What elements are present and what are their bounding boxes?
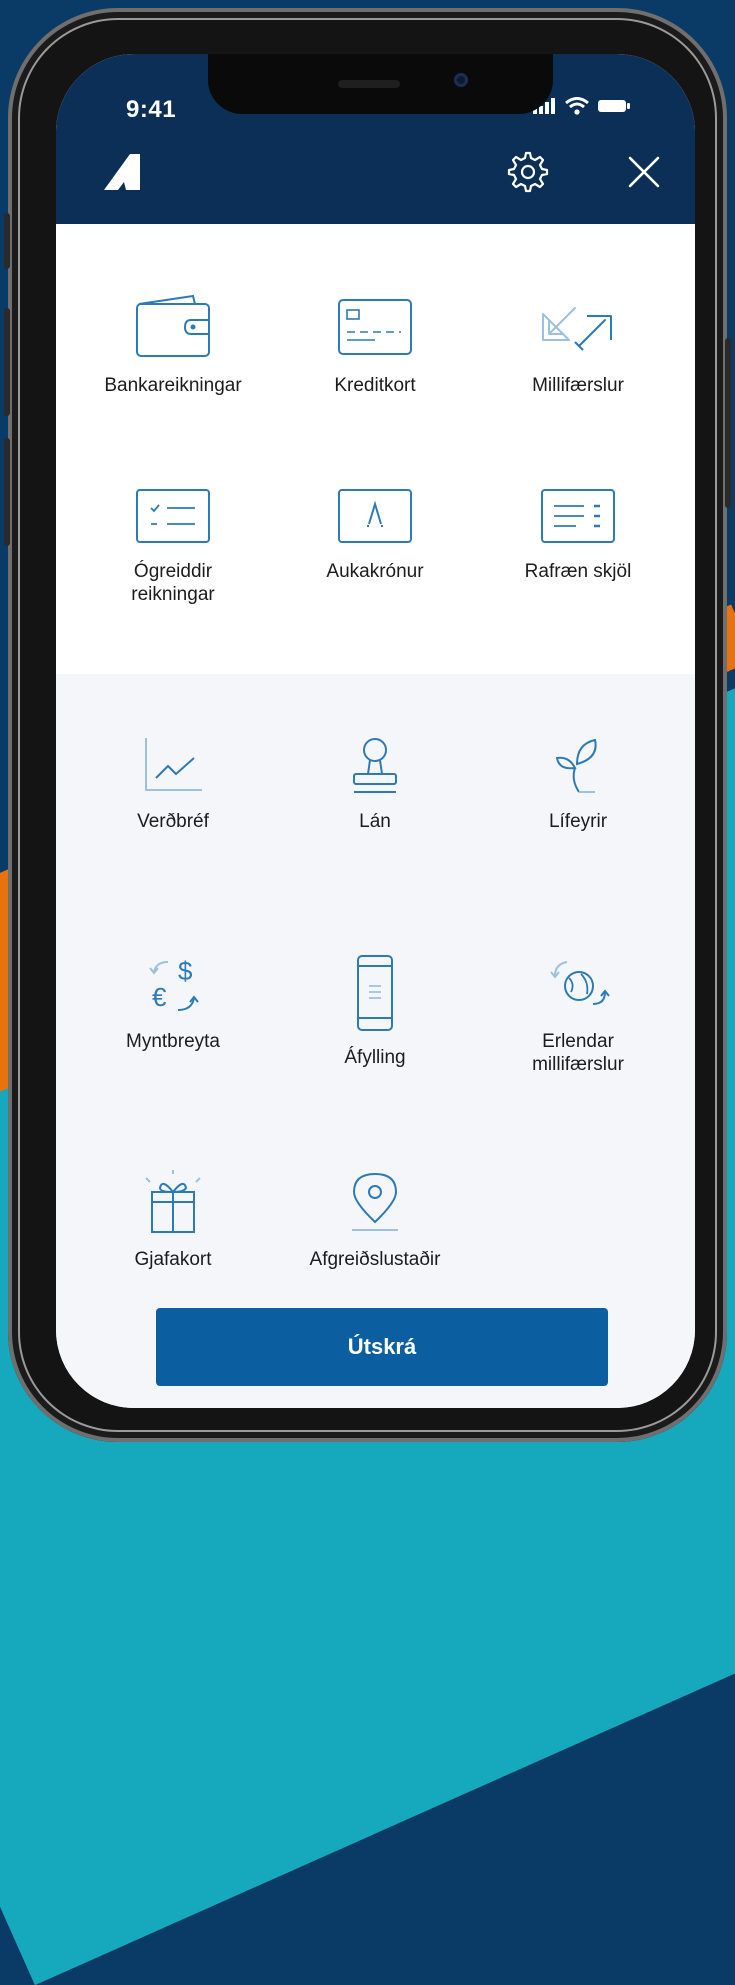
menu-item-label: Gjafakort <box>134 1249 212 1270</box>
menu-item-label: Bankareikningar <box>104 375 242 396</box>
menu-item-label: Millifærslur <box>532 375 624 396</box>
close-icon[interactable] <box>624 152 664 192</box>
status-icons <box>533 97 631 115</box>
transfer-arrows-icon <box>542 307 612 351</box>
menu-item-label: Ógreiddir reikningar <box>131 561 215 605</box>
primary-menu-section: Bankareikningar Kreditkort Millifærslur … <box>56 224 695 674</box>
notch <box>208 54 553 114</box>
menu-item-label: Verðbréf <box>137 811 209 832</box>
menu-item-credit-cards[interactable]: Kreditkort <box>275 294 475 397</box>
power-button <box>725 338 731 508</box>
wifi-icon <box>565 97 589 115</box>
bonus-card-icon <box>338 489 412 543</box>
line-chart-icon <box>145 738 202 791</box>
menu-item-label: Lán <box>359 811 391 832</box>
volume-down-button <box>4 438 10 546</box>
stamp-icon <box>353 738 397 793</box>
currency-exchange-icon: $ € <box>149 956 199 1012</box>
gift-icon <box>145 1170 201 1233</box>
app-header: 9:41 <box>56 54 695 224</box>
volume-up-button <box>4 308 10 416</box>
document-icon <box>541 489 615 543</box>
sprout-icon <box>555 738 597 793</box>
front-camera <box>454 73 468 87</box>
svg-text:€: € <box>152 982 167 1012</box>
menu-item-label: Erlendar millifærslur <box>532 1031 624 1075</box>
battery-icon <box>598 100 630 112</box>
menu-item-foreign-transfers[interactable]: Erlendar millifærslur <box>478 954 678 1076</box>
menu-item-label: Myntbreyta <box>126 1031 220 1052</box>
menu-item-label: Aukakrónur <box>326 561 424 582</box>
credit-card-icon <box>338 299 412 355</box>
phone-frame: 9:41 Bankareikningar Kreditkort Millifær… <box>4 8 731 1442</box>
secondary-menu-section: Verðbréf Lán Lífeyrir $ € Myntbreyta Áfy… <box>56 674 695 1408</box>
app-screen: 9:41 Bankareikningar Kreditkort Millifær… <box>56 54 695 1408</box>
globe-transfer-icon <box>550 961 610 1005</box>
menu-item-gift-cards[interactable]: Gjafakort <box>73 1168 273 1271</box>
mute-switch <box>4 213 10 269</box>
status-time: 9:41 <box>126 96 177 123</box>
speaker-grille <box>338 80 400 88</box>
phone-topup-icon <box>357 955 393 1031</box>
location-pin-icon <box>352 1172 398 1231</box>
menu-item-pension[interactable]: Lífeyrir <box>478 734 678 833</box>
menu-item-bank-accounts[interactable]: Bankareikningar <box>73 294 273 397</box>
menu-item-unpaid-bills[interactable]: Ógreiddir reikningar <box>73 486 273 606</box>
menu-item-label: Áfylling <box>344 1047 406 1068</box>
menu-item-transfers[interactable]: Millifærslur <box>478 294 678 397</box>
menu-item-label: Lífeyrir <box>548 811 608 832</box>
svg-text:$: $ <box>178 956 193 986</box>
menu-item-bonus-kronur[interactable]: Aukakrónur <box>275 486 475 583</box>
menu-item-loans[interactable]: Lán <box>275 734 475 833</box>
bank-logo-icon <box>104 154 140 190</box>
logout-button[interactable]: Útskrá <box>156 1308 608 1386</box>
menu-item-securities[interactable]: Verðbréf <box>73 734 273 833</box>
menu-item-label: Kreditkort <box>334 375 416 396</box>
menu-item-label: Rafræn skjöl <box>524 561 632 582</box>
menu-item-currency-converter[interactable]: $ € Myntbreyta <box>73 954 273 1053</box>
bill-list-icon <box>136 489 210 543</box>
menu-item-phone-topup[interactable]: Áfylling <box>275 954 475 1069</box>
menu-item-electronic-documents[interactable]: Rafræn skjöl <box>478 486 678 583</box>
menu-item-label: Afgreiðslustaðir <box>309 1249 441 1270</box>
gear-icon[interactable] <box>506 150 550 194</box>
menu-item-branches[interactable]: Afgreiðslustaðir <box>275 1168 475 1271</box>
wallet-icon <box>136 294 210 357</box>
